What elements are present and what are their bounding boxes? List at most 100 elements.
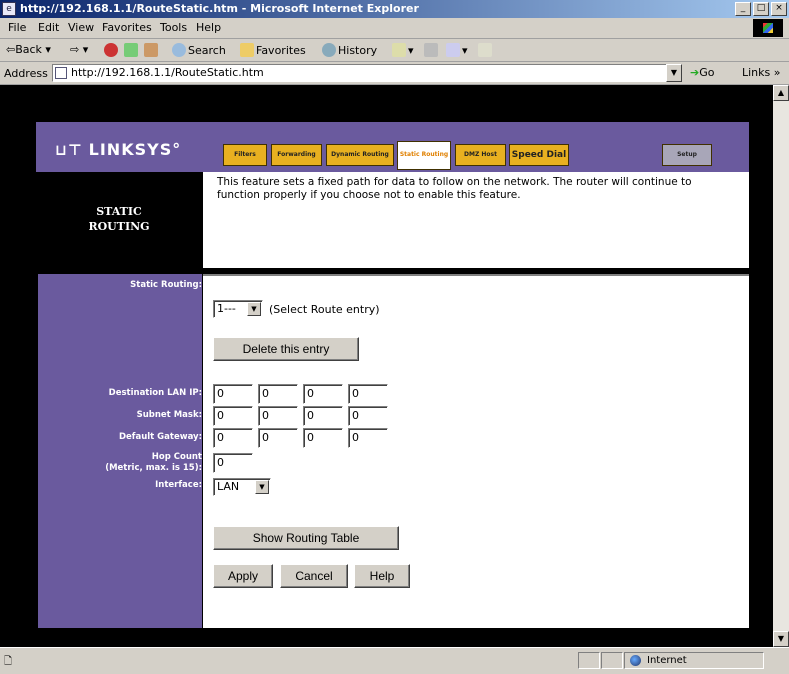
windows-logo-icon bbox=[753, 19, 783, 37]
default-gateway-octet-3[interactable]: 0 bbox=[303, 428, 343, 448]
home-icon bbox=[144, 43, 158, 57]
address-label: Address bbox=[4, 67, 48, 80]
destination-ip-octet-1[interactable]: 0 bbox=[213, 384, 253, 404]
delete-entry-button[interactable]: Delete this entry bbox=[213, 337, 359, 361]
subnet-mask-octet-3[interactable]: 0 bbox=[303, 406, 343, 426]
search-button[interactable]: Search bbox=[172, 43, 226, 57]
destination-ip-label: Destination LAN IP: bbox=[108, 388, 202, 398]
tab-forwarding[interactable]: Forwarding bbox=[271, 144, 322, 166]
refresh-button[interactable] bbox=[124, 43, 140, 57]
address-input[interactable]: http://192.168.1.1/RouteStatic.htm ▼ bbox=[52, 64, 682, 82]
chevron-down-icon: ▼ bbox=[255, 480, 269, 494]
default-gateway-octet-2[interactable]: 0 bbox=[258, 428, 298, 448]
ie-page-icon: e bbox=[2, 2, 16, 16]
form-panel: 1--- ▼ (Select Route entry) Delete this … bbox=[203, 274, 749, 628]
interface-select[interactable]: LAN ▼ bbox=[213, 478, 271, 496]
security-zone: Internet bbox=[624, 652, 764, 669]
address-dropdown-icon[interactable]: ▼ bbox=[666, 64, 682, 82]
menu-edit[interactable]: Edit bbox=[38, 21, 59, 34]
page-status-icon: 🗋 bbox=[4, 656, 13, 667]
edit-icon bbox=[446, 43, 460, 57]
show-routing-table-button[interactable]: Show Routing Table bbox=[213, 526, 399, 550]
tab-filters[interactable]: Filters bbox=[223, 144, 267, 166]
section-title-line1: STATIC bbox=[96, 205, 142, 218]
tab-static-routing[interactable]: Static Routing bbox=[397, 141, 451, 170]
mail-icon bbox=[392, 43, 406, 57]
stop-button[interactable] bbox=[104, 43, 120, 57]
menu-help[interactable]: Help bbox=[196, 21, 221, 34]
route-entry-select[interactable]: 1--- ▼ bbox=[213, 300, 263, 318]
status-segment bbox=[578, 652, 600, 669]
address-url: http://192.168.1.1/RouteStatic.htm bbox=[71, 66, 264, 79]
help-button[interactable]: Help bbox=[354, 564, 410, 588]
discuss-button[interactable] bbox=[478, 43, 494, 57]
close-button[interactable]: × bbox=[771, 2, 787, 16]
default-gateway-octet-1[interactable]: 0 bbox=[213, 428, 253, 448]
links-button[interactable]: Links » bbox=[742, 66, 780, 79]
section-title-line2: ROUTING bbox=[88, 220, 150, 233]
tab-dmz-host[interactable]: DMZ Host bbox=[455, 144, 506, 166]
menu-view[interactable]: View bbox=[68, 21, 94, 34]
page-viewport: ⊔⊤ LINKSYS° Filters Forwarding Dynamic Ro… bbox=[0, 85, 773, 647]
default-gateway-label: Default Gateway: bbox=[118, 432, 202, 442]
back-button[interactable]: ⇦Back ▾ bbox=[6, 43, 51, 56]
form-label-column: Static Routing: Destination LAN IP: Subn… bbox=[38, 274, 202, 628]
section-description: This feature sets a fixed path for data … bbox=[217, 176, 692, 201]
stop-icon bbox=[104, 43, 118, 57]
minimize-button[interactable]: _ bbox=[735, 2, 751, 16]
menu-favorites[interactable]: Favorites bbox=[102, 21, 152, 34]
destination-ip-octet-4[interactable]: 0 bbox=[348, 384, 388, 404]
window-title: http://192.168.1.1/RouteStatic.htm - Mic… bbox=[20, 2, 419, 15]
apply-button[interactable]: Apply bbox=[213, 564, 273, 588]
maximize-button[interactable]: □ bbox=[753, 2, 769, 16]
go-button[interactable]: ➔Go bbox=[690, 66, 714, 79]
vertical-scrollbar[interactable]: ▲ ▼ bbox=[773, 85, 789, 647]
scroll-down-icon[interactable]: ▼ bbox=[773, 631, 789, 647]
print-button[interactable] bbox=[424, 43, 440, 57]
mail-button[interactable]: ▾ bbox=[392, 43, 414, 57]
hop-count-input[interactable]: 0 bbox=[213, 453, 253, 473]
subnet-mask-label: Subnet Mask: bbox=[136, 410, 202, 420]
back-arrow-icon: ⇦ bbox=[6, 43, 16, 56]
history-button[interactable]: History bbox=[322, 43, 377, 57]
interface-label: Interface: bbox=[155, 480, 202, 490]
scroll-up-icon[interactable]: ▲ bbox=[773, 85, 789, 101]
toolbar: ⇦Back ▾ ⇨ ▾ Search Favorites History ▾ ▾ bbox=[0, 39, 789, 62]
menu-file[interactable]: File bbox=[8, 21, 26, 34]
tab-speed-dial[interactable]: Speed Dial bbox=[509, 144, 569, 166]
subnet-mask-octet-1[interactable]: 0 bbox=[213, 406, 253, 426]
linksys-mark-icon: ⊔⊤ bbox=[55, 141, 83, 159]
menu-tools[interactable]: Tools bbox=[160, 21, 187, 34]
page-icon bbox=[55, 67, 67, 79]
description-panel: This feature sets a fixed path for data … bbox=[203, 172, 749, 268]
favorites-icon bbox=[240, 43, 254, 57]
status-segment bbox=[601, 652, 623, 669]
destination-ip-octet-2[interactable]: 0 bbox=[258, 384, 298, 404]
tab-setup[interactable]: Setup bbox=[662, 144, 712, 166]
window-controls: _ □ × bbox=[735, 2, 787, 16]
linksys-logo: ⊔⊤ LINKSYS° bbox=[55, 140, 182, 159]
print-icon bbox=[424, 43, 438, 57]
default-gateway-octet-4[interactable]: 0 bbox=[348, 428, 388, 448]
search-icon bbox=[172, 43, 186, 57]
subnet-mask-octet-2[interactable]: 0 bbox=[258, 406, 298, 426]
destination-ip-octet-3[interactable]: 0 bbox=[303, 384, 343, 404]
browser-window: e http://192.168.1.1/RouteStatic.htm - M… bbox=[0, 0, 789, 674]
chevron-down-icon: ▼ bbox=[247, 302, 261, 316]
tab-dynamic-routing[interactable]: Dynamic Routing bbox=[326, 144, 394, 166]
static-routing-label: Static Routing: bbox=[130, 280, 202, 290]
hop-count-label-line1: Hop Count bbox=[151, 452, 202, 462]
subnet-mask-octet-4[interactable]: 0 bbox=[348, 406, 388, 426]
hop-count-label-line2: (Metric, max. is 15): bbox=[105, 463, 202, 473]
favorites-button[interactable]: Favorites bbox=[240, 43, 306, 57]
discuss-icon bbox=[478, 43, 492, 57]
forward-arrow-icon: ⇨ bbox=[70, 43, 80, 56]
edit-button[interactable]: ▾ bbox=[446, 43, 468, 57]
cancel-button[interactable]: Cancel bbox=[280, 564, 348, 588]
section-title-panel: STATIC ROUTING bbox=[36, 172, 202, 268]
forward-button[interactable]: ⇨ ▾ bbox=[70, 43, 88, 56]
title-bar: e http://192.168.1.1/RouteStatic.htm - M… bbox=[0, 0, 789, 18]
menu-bar: File Edit View Favorites Tools Help bbox=[0, 18, 789, 39]
status-bar: 🗋 Internet bbox=[0, 647, 789, 674]
home-button[interactable] bbox=[144, 43, 160, 57]
